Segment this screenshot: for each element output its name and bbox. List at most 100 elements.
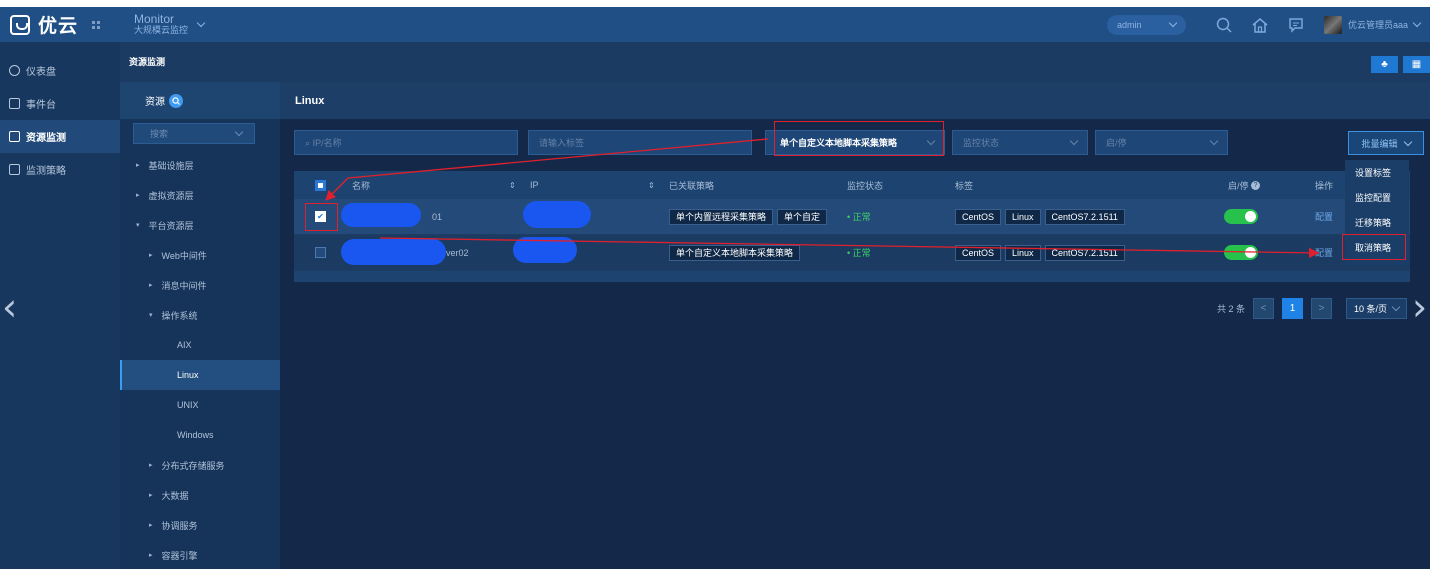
tree-item[interactable]: ▸ 分布式存储服务	[120, 450, 280, 480]
menu-item-migrate-strategy[interactable]: 迁移策略	[1345, 210, 1409, 235]
col-tags: 标签	[955, 179, 973, 192]
tree-item[interactable]: Windows	[120, 420, 280, 450]
caret-right-icon: ▸	[149, 252, 153, 259]
status-badge: • 正常	[847, 248, 871, 258]
app-switcher[interactable]: Monitor 大规模云监控	[134, 12, 206, 36]
tree-item[interactable]: ▸ 容器引擎	[120, 540, 280, 569]
config-link[interactable]: 配置	[1315, 246, 1333, 259]
tree-item-label: Windows	[177, 430, 214, 440]
sort-icon[interactable]: ⇕	[509, 181, 516, 190]
table-footer	[294, 271, 1410, 282]
table-row[interactable]: ✔ 01 单个内置远程采集策略 单个自定 • 正常 CentOS Linux C…	[294, 199, 1410, 235]
tree-item[interactable]: UNIX	[120, 390, 280, 420]
page-size-select[interactable]: 10 条/页	[1346, 298, 1408, 319]
tree-search-select[interactable]: 搜索	[133, 123, 255, 144]
resource-tag: Linux	[1005, 208, 1041, 225]
resource-name[interactable]: 01	[432, 212, 442, 222]
chevron-down-icon	[1391, 302, 1401, 312]
table-row[interactable]: ver02 单个自定义本地脚本采集策略 • 正常 CentOS Linux Ce…	[294, 235, 1410, 271]
resource-name-text: ver02	[446, 247, 469, 258]
tree-item-label: Linux	[177, 370, 199, 380]
sort-icon[interactable]: ⇕	[648, 181, 655, 190]
bulk-edit-button[interactable]: 批量编辑	[1348, 131, 1424, 155]
tree-item[interactable]: ▸ 基础设施层	[120, 150, 280, 180]
resource-name[interactable]: ver02	[446, 248, 469, 258]
col-op: 操作	[1315, 179, 1333, 192]
caret-right-icon: ▸	[149, 492, 153, 499]
name-filter-placeholder: IP/名称	[312, 138, 342, 148]
next-page-button[interactable]: >	[1311, 298, 1333, 319]
tree-item[interactable]: ▸ Web中间件	[120, 240, 280, 270]
prev-page-button[interactable]: <	[1253, 298, 1275, 319]
tree-item[interactable]: ▸ 大数据	[120, 480, 280, 510]
strategy-tag: 单个内置远程采集策略	[669, 208, 774, 225]
app-title: Monitor	[134, 12, 175, 26]
prev-slide-arrow-icon[interactable]: ‹	[2, 288, 17, 326]
chevron-down-icon	[234, 127, 244, 137]
col-ip[interactable]: IP	[530, 180, 539, 190]
col-name[interactable]: 名称	[352, 179, 370, 192]
left-nav: 仪表盘 事件台 资源监测 监测策略	[0, 42, 120, 569]
enable-filter-select[interactable]: 启/停	[1095, 130, 1228, 155]
page-size-value: 10 条/页	[1354, 304, 1388, 314]
select-all-checkbox[interactable]	[315, 179, 326, 191]
tag-filter-input[interactable]: 请输入标签	[528, 130, 752, 155]
nav-item-label: 事件台	[26, 100, 56, 111]
status-badge: • 正常	[847, 212, 871, 222]
nav-item-events[interactable]: 事件台	[0, 87, 120, 120]
strategy-icon	[9, 164, 20, 175]
tree-item-label: 大数据	[161, 490, 189, 501]
tree-item[interactable]: ▾ 平台资源层	[120, 210, 280, 240]
name-filter-input[interactable]: ⌕ IP/名称	[294, 130, 518, 155]
redacted-name	[341, 239, 446, 265]
next-slide-arrow-icon[interactable]: ›	[1412, 288, 1427, 326]
redacted-ip	[513, 237, 577, 263]
nav-item-dashboard[interactable]: 仪表盘	[0, 54, 120, 87]
tree-item-label: AIX	[177, 340, 192, 350]
table-view-icon[interactable]: ▦	[1403, 56, 1430, 73]
config-link[interactable]: 配置	[1315, 210, 1333, 223]
tree-item-label: 协调服务	[161, 520, 198, 531]
menu-item-set-tags[interactable]: 设置标签	[1345, 160, 1409, 185]
enable-toggle[interactable]	[1224, 209, 1258, 224]
tree-item[interactable]: ▸ 协调服务	[120, 510, 280, 540]
topology-view-icon[interactable]: ♣	[1371, 56, 1398, 73]
chevron-down-icon	[1069, 136, 1079, 146]
resource-table: 名称 ⇕ IP ⇕ 已关联策略 监控状态 标签 启/停 ? 操作 ✔ 01 单个…	[294, 171, 1410, 282]
message-icon[interactable]	[1278, 7, 1314, 42]
tree-item[interactable]: ▸ 消息中间件	[120, 270, 280, 300]
status-filter-select[interactable]: 监控状态	[952, 130, 1088, 155]
page-button[interactable]: 1	[1282, 298, 1304, 319]
nav-item-resource-monitor[interactable]: 资源监测	[0, 120, 120, 153]
user-menu[interactable]: 优云管理员aaa	[1323, 15, 1422, 34]
tree-item[interactable]: ▾ 操作系统	[120, 300, 280, 330]
help-icon[interactable]: ?	[1251, 180, 1261, 190]
app-subtitle: 大规模云监控	[134, 25, 189, 35]
search-icon[interactable]	[1206, 7, 1242, 42]
col-status: 监控状态	[847, 179, 883, 192]
tree-item-label: 操作系统	[161, 310, 198, 321]
apps-grid-icon[interactable]	[92, 20, 101, 29]
brand[interactable]: 优云	[0, 7, 120, 42]
strategy-tag: 单个自定义本地脚本采集策略	[669, 244, 801, 261]
col-enable: 启/停 ?	[1228, 179, 1261, 192]
caret-right-icon: ▸	[149, 282, 153, 289]
nav-item-strategy[interactable]: 监测策略	[0, 153, 120, 186]
caret-down-icon: ▾	[136, 222, 140, 229]
breadcrumb-bar: 资源监测 ♣ ▦	[120, 42, 1430, 82]
avatar	[1323, 15, 1342, 34]
user-select[interactable]: admin	[1106, 14, 1186, 35]
home-icon[interactable]	[1242, 7, 1278, 42]
menu-item-monitor-config[interactable]: 监控配置	[1345, 185, 1409, 210]
tree-item[interactable]: ▸ 虚拟资源层	[120, 180, 280, 210]
caret-down-icon: ▾	[149, 312, 153, 319]
row-checkbox[interactable]	[315, 247, 326, 258]
enable-toggle[interactable]	[1224, 245, 1258, 260]
tree-item[interactable]: AIX	[120, 330, 280, 360]
pagination: 共 2 条 < 1 > 10 条/页	[1217, 298, 1408, 319]
resource-tree: 资源 搜索 ▸ 基础设施层 ▸ 虚拟资源层 ▾ 平台资源层 ▸ Web中间件 ▸ 消息中间件 ▾ 操作…	[120, 82, 280, 569]
search-icon[interactable]	[169, 93, 183, 108]
tree-item[interactable]: Linux	[120, 360, 280, 390]
chevron-down-icon	[1403, 137, 1412, 146]
nav-item-label: 监测策略	[26, 166, 66, 177]
